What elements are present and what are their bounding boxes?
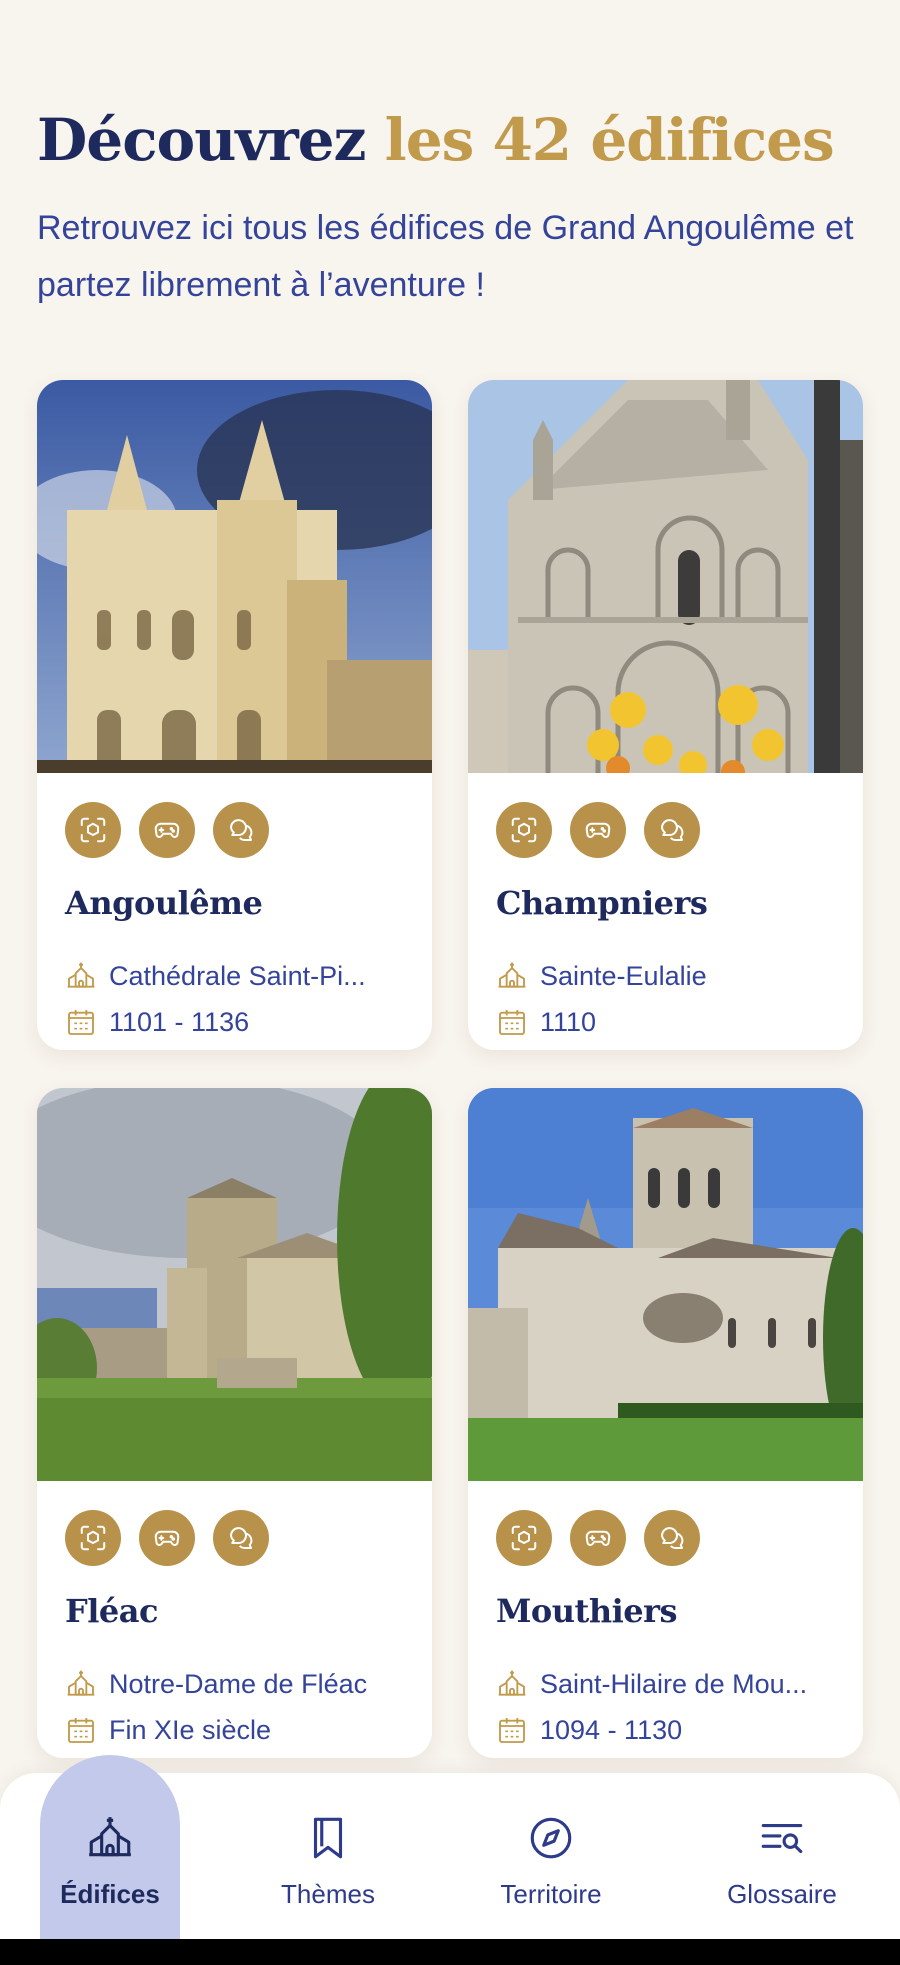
edifice-photo [468, 380, 863, 773]
edifice-photo [37, 380, 432, 773]
edifice-name: Notre-Dame de Fléac [109, 1668, 368, 1699]
edifice-row: Cathédrale Saint-Pi... [65, 960, 415, 992]
ar-scan-icon [80, 817, 106, 843]
dates-row: Fin XIe siècle [65, 1714, 415, 1746]
calendar-icon [499, 1718, 525, 1743]
nav-label: Territoire [500, 1879, 602, 1909]
edifice-row: Sainte-Eulalie [496, 960, 846, 992]
system-bottom-bar [0, 1939, 900, 1965]
gamepad-icon [585, 1530, 611, 1546]
calendar-icon [68, 1718, 94, 1743]
gamepad-icon [154, 1530, 180, 1546]
dates-row: 1094 - 1130 [496, 1714, 846, 1746]
ar-scan-badge [65, 802, 121, 858]
feature-badges [496, 1510, 700, 1566]
edifice-photo [37, 1088, 432, 1481]
feature-badges [65, 1510, 269, 1566]
gamepad-icon [154, 822, 180, 838]
nav-item-territoire[interactable]: Territoire [481, 1773, 621, 1939]
gamepad-icon [585, 822, 611, 838]
ar-scan-icon [80, 1525, 106, 1551]
chat-bubbles-icon [661, 1527, 684, 1549]
nav-item-themes[interactable]: Thèmes [258, 1773, 398, 1939]
nav-label: Édifices [60, 1879, 160, 1909]
page-header: Découvrez les 42 édifices Retrouvez ici … [37, 100, 867, 314]
chat-bubbles-icon [230, 819, 253, 841]
calendar-icon [68, 1010, 94, 1035]
commune-name: Champniers [496, 884, 708, 922]
edifice-dates: 1101 - 1136 [109, 1006, 250, 1037]
nav-label: Thèmes [281, 1879, 375, 1909]
feature-badges [496, 802, 700, 858]
edifice-name: Sainte-Eulalie [540, 960, 707, 991]
edifice-row: Notre-Dame de Fléac [65, 1668, 415, 1700]
bottom-nav: Édifices Thèmes Territoire Glossaire [0, 1755, 900, 1939]
church-icon [498, 962, 526, 988]
page-title: Découvrez les 42 édifices [37, 100, 867, 180]
chat-badge [213, 802, 269, 858]
edifice-card-angouleme[interactable]: Angoulême Cathédrale Saint-Pi... 1101 - … [37, 380, 432, 1050]
feature-badges [65, 802, 269, 858]
commune-name: Angoulême [65, 884, 263, 922]
chat-bubbles-icon [230, 1527, 253, 1549]
ar-scan-badge [65, 1510, 121, 1566]
game-badge [139, 802, 195, 858]
church-icon [67, 962, 95, 988]
church-icon [498, 1670, 526, 1696]
page-title-part2: les 42 édifices [384, 106, 835, 174]
game-badge [570, 802, 626, 858]
edifice-card-champniers[interactable]: Champniers Sainte-Eulalie 1110 [468, 380, 863, 1050]
edifice-name: Cathédrale Saint-Pi... [109, 960, 366, 991]
dates-row: 1110 [496, 1006, 846, 1038]
chat-badge [644, 802, 700, 858]
nav-item-glossaire[interactable]: Glossaire [712, 1773, 852, 1939]
bookmark-icon [313, 1817, 343, 1859]
nav-label: Glossaire [727, 1879, 837, 1909]
chat-badge [213, 1510, 269, 1566]
edifice-photo [468, 1088, 863, 1481]
chat-badge [644, 1510, 700, 1566]
ar-scan-icon [511, 1525, 537, 1551]
church-icon [67, 1670, 95, 1696]
game-badge [139, 1510, 195, 1566]
dates-row: 1101 - 1136 [65, 1006, 415, 1038]
edifice-dates: Fin XIe siècle [109, 1714, 272, 1745]
edifice-card-fleac[interactable]: Fléac Notre-Dame de Fléac Fin XIe siècle [37, 1088, 432, 1758]
ar-scan-badge [496, 1510, 552, 1566]
nav-item-edifices[interactable]: Édifices [40, 1755, 180, 1939]
ar-scan-icon [511, 817, 537, 843]
compass-icon [530, 1817, 572, 1859]
commune-name: Mouthiers [496, 1592, 677, 1630]
chat-bubbles-icon [661, 819, 684, 841]
edifice-dates: 1094 - 1130 [540, 1714, 683, 1745]
page-subtitle: Retrouvez ici tous les édifices de Grand… [37, 209, 854, 304]
edifice-dates: 1110 [540, 1006, 597, 1037]
calendar-icon [499, 1010, 525, 1035]
ar-scan-badge [496, 802, 552, 858]
church-icon [89, 1817, 131, 1857]
game-badge [570, 1510, 626, 1566]
edifice-card-mouthiers[interactable]: Mouthiers Saint-Hilaire de Mou... 1094 -… [468, 1088, 863, 1758]
page-title-part1: Découvrez [37, 106, 366, 174]
list-search-icon [761, 1823, 803, 1854]
commune-name: Fléac [65, 1592, 158, 1630]
edifice-row: Saint-Hilaire de Mou... [496, 1668, 846, 1700]
edifice-name: Saint-Hilaire de Mou... [540, 1668, 808, 1699]
